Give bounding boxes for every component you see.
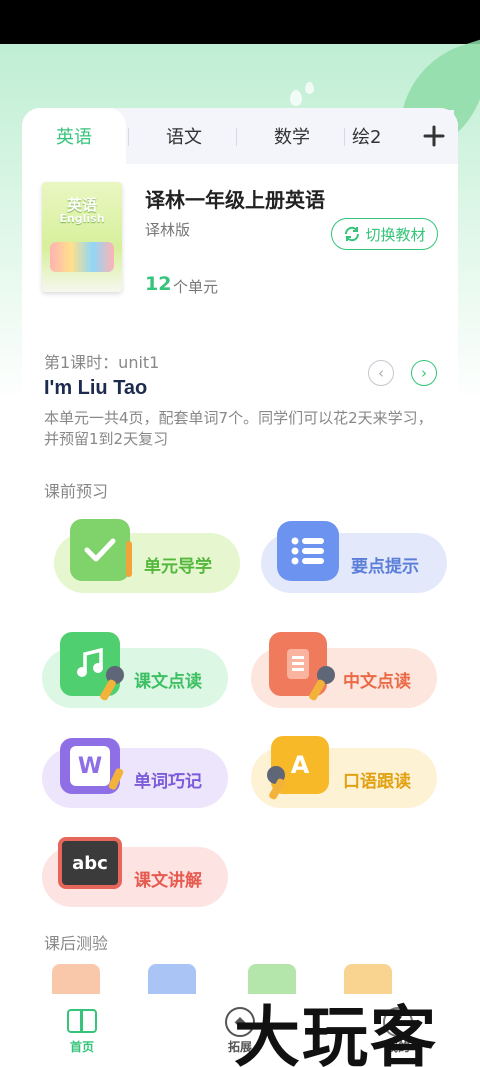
lesson-description: 本单元一共4页，配套单词7个。同学们可以花2天来学习，并预留1到2天复习 xyxy=(44,409,433,448)
tab-math[interactable]: 数学 xyxy=(240,108,344,164)
bookmark-tab xyxy=(126,541,132,577)
droplet-decoration xyxy=(305,82,314,94)
feature-label: 单元导学 xyxy=(144,557,212,577)
tab-label: 英语 xyxy=(56,127,92,148)
blackboard-text: abc xyxy=(72,852,108,874)
tab-english[interactable]: 英语 xyxy=(22,108,126,164)
text-explanation-button[interactable]: abc 课文讲解 xyxy=(42,837,228,907)
subject-tabs: 英语 语文 数学 绘2 xyxy=(22,108,458,164)
text-read-aloud-button[interactable]: 课文点读 xyxy=(42,632,228,708)
feature-label: 单词巧记 xyxy=(134,772,202,792)
feature-label: 中文点读 xyxy=(343,672,411,692)
switch-textbook-label: 切换教材 xyxy=(365,225,426,244)
lesson-index: 第1课时：unit1 xyxy=(44,353,160,372)
tab-chinese[interactable]: 语文 xyxy=(132,108,236,164)
feature-label: 课文讲解 xyxy=(134,871,202,891)
feature-label: 课文点读 xyxy=(134,672,202,692)
status-bar xyxy=(0,0,480,44)
check-book-icon xyxy=(70,519,130,581)
cover-subtitle: English xyxy=(59,212,105,225)
oral-follow-read-button[interactable]: A 口语跟读 xyxy=(251,736,437,808)
key-points-button[interactable]: 要点提示 xyxy=(261,521,447,593)
chevron-left-icon: ‹ xyxy=(378,364,384,382)
watermark-text: 大玩客 xyxy=(234,999,438,1067)
tab-divider xyxy=(344,128,345,146)
chevron-right-icon: › xyxy=(421,364,427,382)
book-title: 译林一年级上册英语 xyxy=(145,188,325,212)
quiz-item-icon[interactable] xyxy=(148,964,196,994)
tab-divider xyxy=(236,128,237,146)
list-icon xyxy=(277,521,339,581)
quiz-item-icon[interactable] xyxy=(52,964,100,994)
tab-label: 绘2 xyxy=(352,127,382,148)
droplet-decoration xyxy=(290,90,302,106)
blackboard-icon: abc xyxy=(58,837,122,889)
cover-illustration xyxy=(50,242,114,272)
add-tab-button[interactable] xyxy=(414,110,454,162)
lesson-title: I'm Liu Tao xyxy=(44,377,148,399)
tab-label: 数学 xyxy=(274,127,310,148)
refresh-icon xyxy=(345,226,360,242)
book-cover[interactable]: 英语 English xyxy=(42,182,122,292)
tab-label: 语文 xyxy=(166,127,202,148)
book-edition: 译林版 xyxy=(145,221,191,239)
plus-icon xyxy=(423,125,445,147)
nav-label: 首页 xyxy=(69,1040,94,1054)
tab-divider xyxy=(128,128,129,146)
unit-guide-button[interactable]: 单元导学 xyxy=(54,519,240,593)
word-memory-button[interactable]: W 单词巧记 xyxy=(42,738,228,808)
chinese-read-aloud-button[interactable]: 中文点读 xyxy=(251,632,437,708)
next-lesson-button[interactable]: › xyxy=(411,360,437,386)
preview-section-title: 课前预习 xyxy=(44,482,109,501)
previous-lesson-button[interactable]: ‹ xyxy=(368,360,394,386)
unit-count: 12 xyxy=(145,273,172,295)
switch-textbook-button[interactable]: 切换教材 xyxy=(331,218,438,250)
unit-count-label: 个单元 xyxy=(173,278,219,296)
after-class-section-title: 课后测验 xyxy=(44,934,109,953)
book-open-icon xyxy=(67,1009,97,1033)
feature-label: 口语跟读 xyxy=(343,772,411,792)
nav-home[interactable]: 首页 xyxy=(42,995,122,1067)
feature-label: 要点提示 xyxy=(351,557,419,577)
